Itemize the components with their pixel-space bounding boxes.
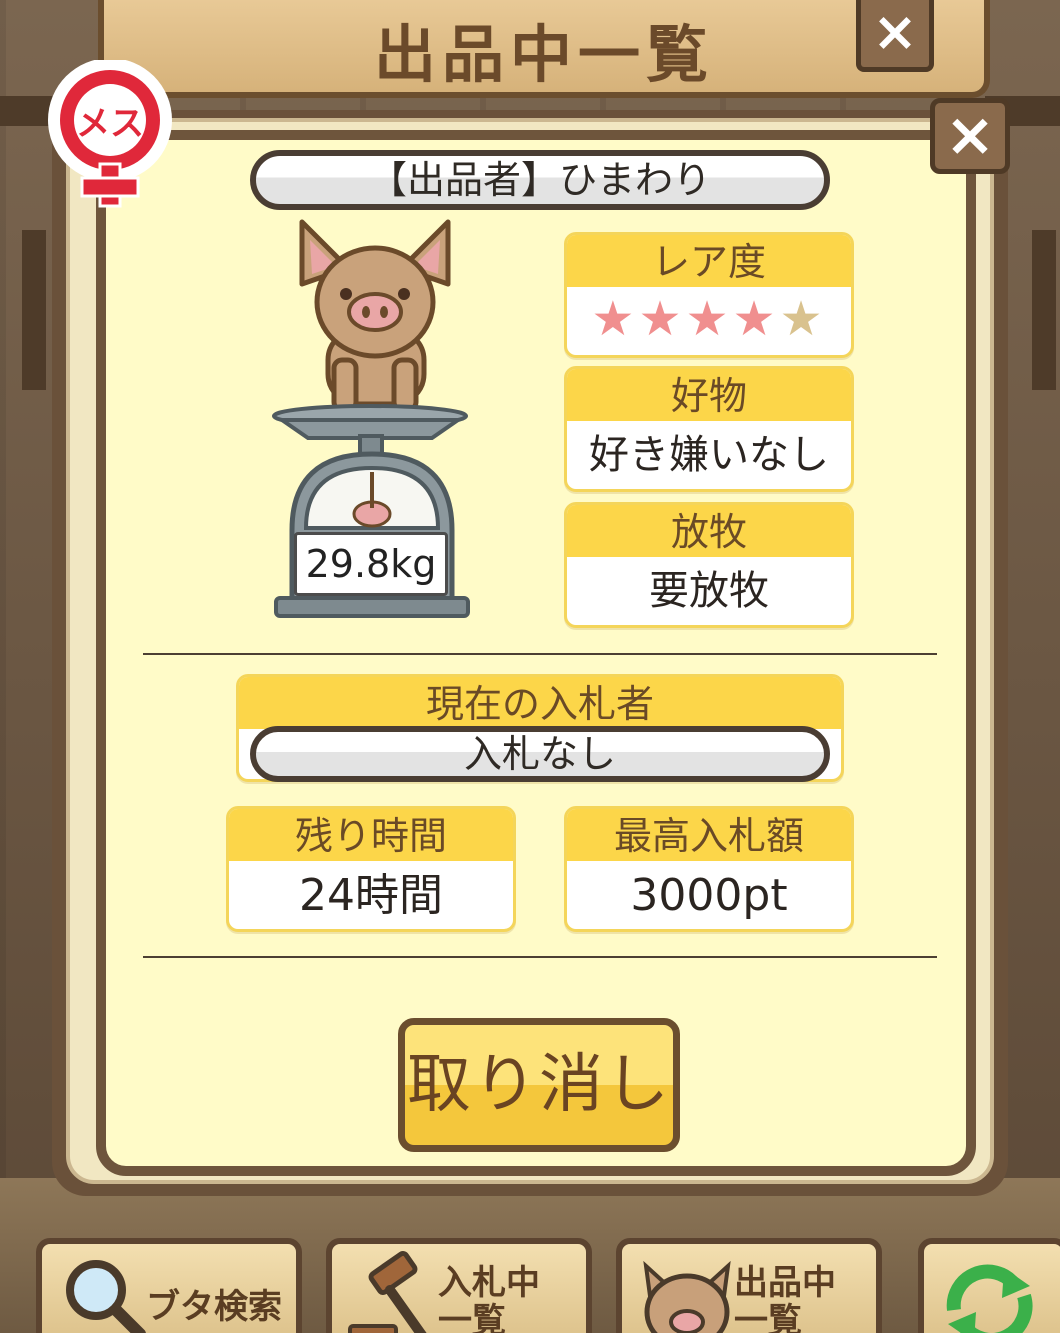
highest-bid-box: 最高入札額 3000pt (564, 806, 854, 932)
grazing-box: 放牧 要放牧 (564, 502, 854, 628)
favorite-food-label: 好物 (567, 369, 851, 421)
screen-title: 出品中一覧 (373, 18, 714, 91)
female-badge: メス (44, 60, 176, 210)
divider-bottom (143, 956, 937, 958)
grazing-label: 放牧 (567, 505, 851, 557)
highest-bid-label: 最高入札額 (567, 809, 851, 861)
refresh-icon (946, 1264, 1033, 1333)
divider-top (143, 653, 937, 655)
favorite-food-box: 好物 好き嫌いなし (564, 366, 854, 492)
favorite-food-value: 好き嫌いなし (589, 432, 829, 478)
highest-bid-value: 3000pt (630, 870, 788, 921)
rarity-label: レア度 (567, 235, 851, 287)
dialog-close-button[interactable]: × (930, 98, 1010, 174)
nav-listing-list-button[interactable]: 出品中 一覧 (616, 1238, 882, 1333)
cancel-listing-button[interactable]: 取り消し (398, 1018, 680, 1152)
gavel-icon (348, 1251, 427, 1333)
remaining-time-label: 残り時間 (229, 809, 513, 861)
seller-name: ひまわり (559, 158, 712, 202)
star-icon: ★ (685, 291, 733, 347)
current-bidder-value: 入札なし (250, 726, 830, 782)
gender-label: メス (76, 104, 144, 144)
seller-prefix: 【出品者】 (368, 158, 559, 202)
remaining-time-value: 24時間 (299, 870, 443, 921)
left-post (22, 230, 46, 390)
right-post (1032, 230, 1056, 390)
pig-face-icon (643, 1260, 731, 1333)
title-close-button[interactable]: × (856, 0, 934, 72)
remaining-time-box: 残り時間 24時間 (226, 806, 516, 932)
nav-listing-list-label: 出品中 一覧 (734, 1263, 836, 1333)
nav-pig-search-button[interactable]: ブタ検索 (36, 1238, 302, 1333)
nav-bidding-list-button[interactable]: 入札中 一覧 (326, 1238, 592, 1333)
seller-pill: 【出品者】ひまわり (250, 150, 830, 210)
weight-display: 29.8kg (294, 532, 448, 596)
rarity-box: レア度 ★★★★★ (564, 232, 854, 358)
star-icon: ★ (638, 291, 686, 347)
nav-refresh-button[interactable] (918, 1238, 1060, 1333)
nav-bidding-list-label: 入札中 一覧 (438, 1263, 540, 1333)
star-empty-icon: ★ (779, 291, 827, 347)
star-icon: ★ (591, 291, 639, 347)
grazing-value: 要放牧 (649, 568, 769, 614)
magnifier-icon (66, 1260, 146, 1333)
rarity-stars: ★★★★★ (567, 287, 851, 351)
star-icon: ★ (732, 291, 780, 347)
current-bidder-label: 現在の入札者 (239, 677, 841, 729)
nav-pig-search-label: ブタ検索 (146, 1287, 282, 1327)
